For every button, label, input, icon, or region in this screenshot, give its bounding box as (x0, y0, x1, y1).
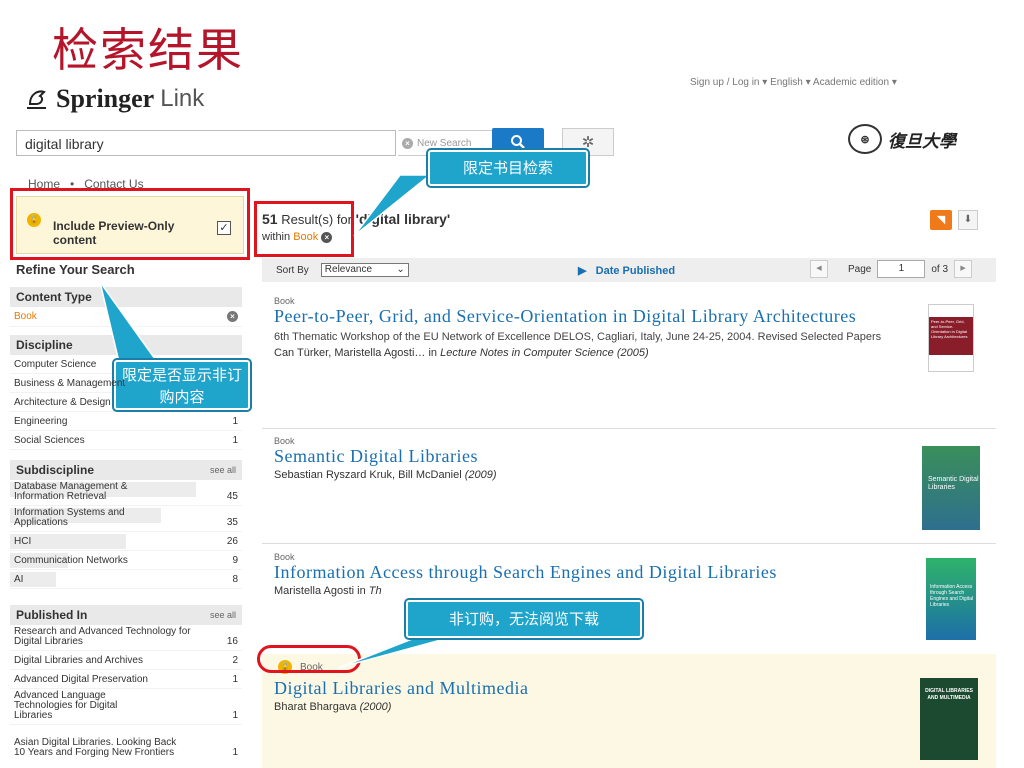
callout-not-subscribed: 非订购，无法阅览下载 (406, 600, 642, 638)
callout-preview-filter: 限定是否显示非订购内容 (114, 360, 250, 410)
remove-filter-icon[interactable]: × (227, 311, 238, 322)
callout-book-filter: 限定书目检索 (428, 150, 588, 186)
